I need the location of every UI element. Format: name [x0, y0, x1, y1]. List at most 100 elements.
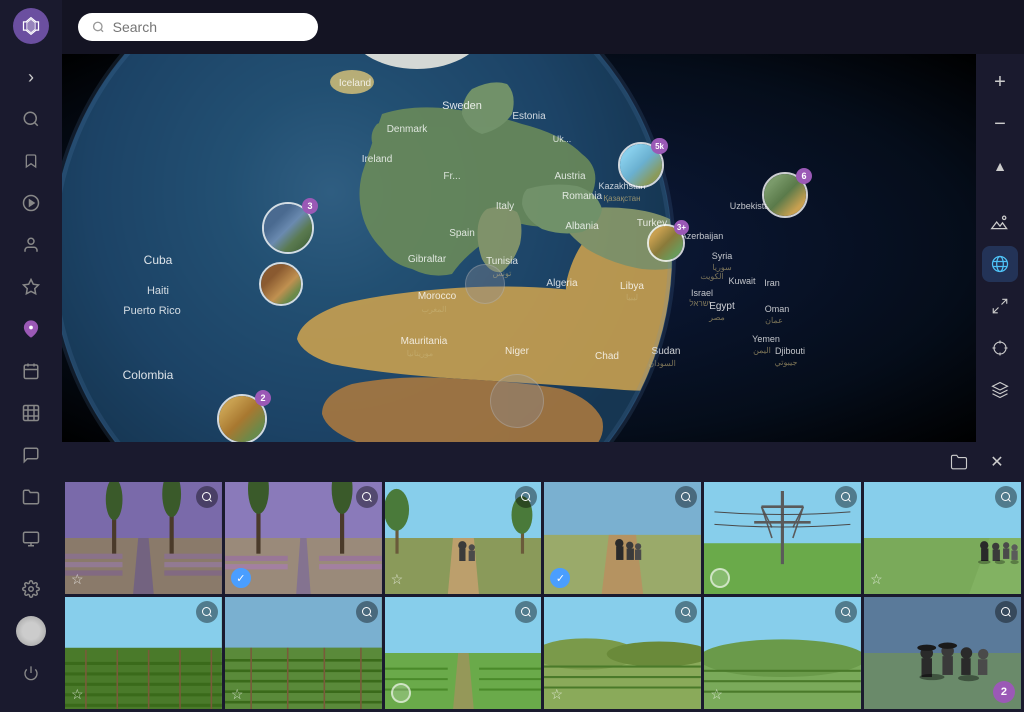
- search-nav-btn[interactable]: [13, 101, 49, 137]
- photo-thumb-2[interactable]: ✓: [225, 482, 382, 594]
- photo-thumb-4[interactable]: ✓: [544, 482, 701, 594]
- photo-strip: ✕: [62, 442, 1024, 712]
- thailand-cluster[interactable]: 3+: [647, 224, 685, 262]
- sidebar: ›: [0, 0, 62, 712]
- video-nav-btn[interactable]: [13, 521, 49, 557]
- zoom-in-btn[interactable]: +: [982, 64, 1018, 100]
- photo-thumb-7[interactable]: ☆: [65, 597, 222, 709]
- cuba-text-label: Cuba: [144, 253, 173, 267]
- haiti-text-label: Haiti: [147, 285, 169, 297]
- globe-map[interactable]: Greenland Iceland Sweden Estonia Denmark…: [62, 54, 976, 442]
- photo-thumb-9[interactable]: [385, 597, 542, 709]
- folder-btn[interactable]: [944, 447, 974, 477]
- svg-text:الكويت: الكويت: [700, 272, 723, 281]
- gray-cluster-2[interactable]: [490, 374, 544, 428]
- play-nav-btn[interactable]: [13, 185, 49, 221]
- calendar-nav-btn[interactable]: [13, 353, 49, 389]
- romania-label: Romania: [562, 191, 602, 202]
- photo-thumb-5[interactable]: [704, 482, 861, 594]
- mauritania-label: Mauritania: [401, 336, 448, 347]
- zoom-out-btn[interactable]: −: [982, 106, 1018, 142]
- cuba-cluster[interactable]: 3: [262, 202, 314, 254]
- star-btn-3[interactable]: ☆: [391, 571, 404, 588]
- albania-label: Albania: [565, 221, 599, 232]
- svg-text:ישראל: ישראל: [689, 299, 710, 308]
- star-btn-11[interactable]: ☆: [710, 686, 723, 703]
- star-btn-10[interactable]: ☆: [550, 686, 563, 703]
- colombia-cluster[interactable]: 2: [217, 394, 267, 442]
- location-nav-btn[interactable]: [13, 311, 49, 347]
- check-btn-2[interactable]: ✓: [231, 568, 251, 588]
- france-label: Fr...: [443, 171, 460, 182]
- landscape-btn[interactable]: [982, 204, 1018, 240]
- svg-text:سوريا: سوريا: [712, 263, 732, 272]
- thailand-badge: 3+: [674, 220, 689, 235]
- estonia-label: Estonia: [512, 111, 546, 122]
- zoom-btn-8[interactable]: [356, 601, 378, 623]
- oman-label: Oman: [765, 304, 790, 314]
- algeria-label: Algeria: [546, 278, 578, 289]
- search-container: [78, 13, 318, 41]
- azerbaijan-label: Azerbaijan: [681, 231, 724, 241]
- app-logo[interactable]: [13, 8, 49, 44]
- photo-thumb-10[interactable]: ☆: [544, 597, 701, 709]
- chat-nav-btn[interactable]: [13, 437, 49, 473]
- caribbean2-cluster[interactable]: [259, 262, 303, 306]
- zoom-btn-7[interactable]: [196, 601, 218, 623]
- power-btn[interactable]: [13, 655, 49, 691]
- photo-badge-12: 2: [993, 681, 1015, 703]
- kuwait-label: Kuwait: [728, 276, 756, 286]
- expand-view-btn[interactable]: [982, 288, 1018, 324]
- globe-view-btn[interactable]: [982, 246, 1018, 282]
- europe1-badge: 5k: [651, 138, 668, 154]
- star-nav-btn[interactable]: [13, 269, 49, 305]
- photo-thumb-6[interactable]: ☆: [864, 482, 1021, 594]
- zoom-btn-12[interactable]: [995, 601, 1017, 623]
- folder-nav-btn[interactable]: [13, 479, 49, 515]
- bookmark-nav-btn[interactable]: [13, 143, 49, 179]
- star-btn-7[interactable]: ☆: [71, 686, 84, 703]
- check-btn-9[interactable]: [391, 683, 411, 703]
- zoom-btn-5[interactable]: [835, 486, 857, 508]
- person-nav-btn[interactable]: [13, 227, 49, 263]
- search-input[interactable]: [113, 19, 304, 35]
- svg-text:المغرب: المغرب: [421, 305, 446, 314]
- close-strip-btn[interactable]: ✕: [982, 447, 1012, 477]
- zoom-btn-1[interactable]: [196, 486, 218, 508]
- italy-label: Italy: [496, 201, 514, 212]
- colombia-text-label: Colombia: [123, 368, 174, 382]
- europe1-cluster[interactable]: 5k: [618, 142, 664, 188]
- photo-thumb-3[interactable]: ☆: [385, 482, 542, 594]
- gray-cluster-1[interactable]: [465, 264, 505, 304]
- film-nav-btn[interactable]: [13, 395, 49, 431]
- user-avatar[interactable]: [16, 616, 46, 646]
- photo-thumb-8[interactable]: ☆: [225, 597, 382, 709]
- zoom-btn-6[interactable]: [995, 486, 1017, 508]
- zoom-btn-11[interactable]: [835, 601, 857, 623]
- europe2-cluster[interactable]: 6: [762, 172, 808, 218]
- globe-area: Greenland Iceland Sweden Estonia Denmark…: [62, 54, 1024, 442]
- photo-thumb-12[interactable]: 2: [864, 597, 1021, 709]
- israel-label: Israel: [691, 288, 713, 298]
- locate-btn[interactable]: ▲: [982, 148, 1018, 184]
- photo-strip-header: ✕: [62, 442, 1024, 482]
- photo-thumb-11[interactable]: ☆: [704, 597, 861, 709]
- crosshair-btn[interactable]: [982, 330, 1018, 366]
- settings-btn[interactable]: [13, 571, 49, 607]
- photo-grid: ☆: [62, 482, 1024, 712]
- star-btn-6[interactable]: ☆: [870, 571, 883, 588]
- cuba-badge: 3: [302, 198, 318, 214]
- layers-btn[interactable]: [982, 372, 1018, 408]
- star-btn-1[interactable]: ☆: [71, 571, 84, 588]
- zoom-btn-2[interactable]: [356, 486, 378, 508]
- ireland-label: Ireland: [362, 154, 393, 165]
- photo-thumb-1[interactable]: ☆: [65, 482, 222, 594]
- chad-label: Chad: [595, 351, 619, 362]
- expand-sidebar-btn[interactable]: ›: [13, 59, 49, 95]
- search-icon: [92, 20, 105, 34]
- austria-label: Austria: [554, 171, 586, 182]
- right-toolbar: + − ▲: [976, 54, 1024, 442]
- morocco-label: Morocco: [418, 291, 457, 302]
- egypt-label: Egypt: [709, 301, 735, 312]
- star-btn-8[interactable]: ☆: [231, 686, 244, 703]
